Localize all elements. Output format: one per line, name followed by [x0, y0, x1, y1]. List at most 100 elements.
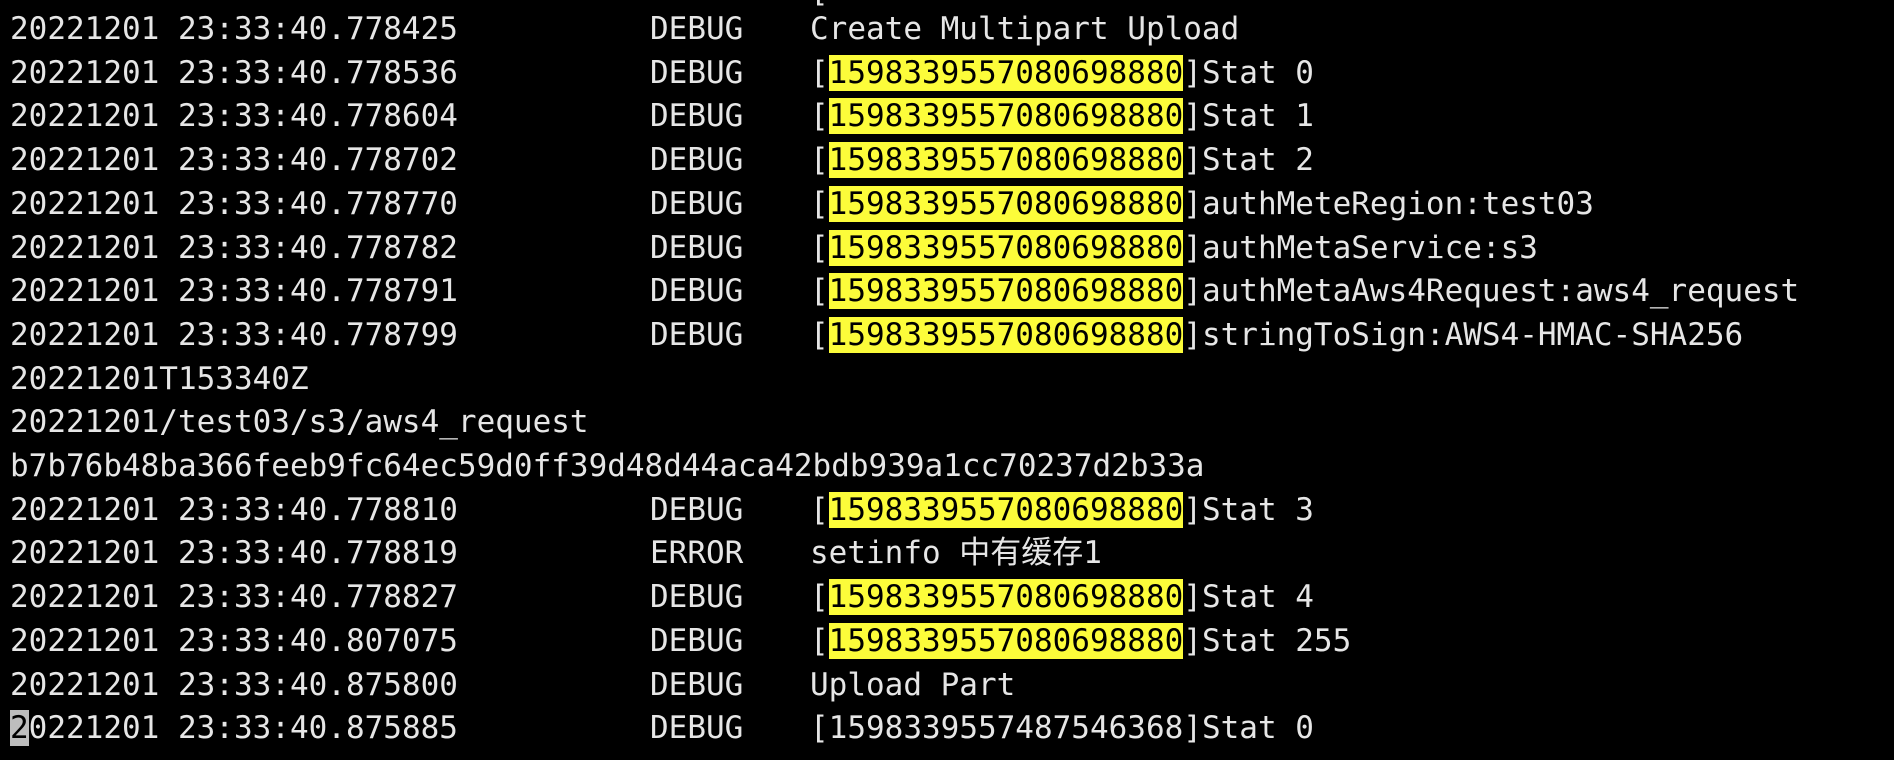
- log-line: 20221201 23:33:40.875800 DEBUG Upload Part: [0, 663, 1894, 707]
- log-timestamp: 20221201 23:33:40.875885: [10, 706, 458, 750]
- log-level: DEBUG: [650, 11, 744, 47]
- log-line: 20221201 23:33:40.778799 DEBUG [1598339557…: [0, 313, 1894, 357]
- log-message: [1598339557080698880]Stat 255: [810, 619, 1351, 663]
- log-message-text: Stat 2: [1201, 142, 1314, 179]
- log-line: 20221201 23:33:40.778770 DEBUG [1598339557…: [0, 182, 1894, 226]
- log-timestamp: 20221201 23:33:40.778827: [10, 579, 458, 616]
- close-bracket: ]: [1183, 185, 1202, 222]
- request-id-highlight: 1598339557080698880: [828, 54, 1184, 91]
- log-level: DEBUG: [650, 622, 744, 659]
- close-bracket: ]: [1183, 491, 1202, 528]
- log-level: ERROR: [650, 535, 744, 572]
- log-message: [1598339557080698880]Stat 1: [810, 94, 1314, 138]
- log-message-text: Stat 0: [1201, 710, 1314, 747]
- terminal-window[interactable]: [ 20221201 23:33:40.778425 DEBUG Create Mu…: [0, 0, 1894, 760]
- log-line: 20221201 23:33:40.875885 DEBUG [1598339557…: [0, 706, 1894, 750]
- log-message: [1598339557487546368]Stat 0: [810, 706, 1314, 750]
- log-timestamp: 20221201 23:33:40.778819: [10, 535, 458, 572]
- open-bracket: [: [810, 622, 829, 659]
- request-id-highlight: 1598339557080698880: [828, 491, 1184, 528]
- close-bracket: ]: [1183, 54, 1202, 91]
- log-level: DEBUG: [650, 142, 744, 179]
- open-bracket: [: [810, 491, 829, 528]
- log-timestamp: 20221201 23:33:40.778799: [10, 316, 458, 353]
- close-bracket: ]: [1183, 622, 1202, 659]
- log-timestamp-rest: 0221201 23:33:40.875885: [28, 710, 458, 747]
- request-id-highlight: 1598339557080698880: [828, 316, 1184, 353]
- log-line: 20221201 23:33:40.778810 DEBUG [1598339557…: [0, 488, 1894, 532]
- log-line: 20221201 23:33:40.778819 ERROR setinfo 中有缓…: [0, 531, 1894, 575]
- close-bracket: ]: [1183, 579, 1202, 616]
- log-message: [1598339557080698880]Stat 0: [810, 51, 1314, 95]
- open-bracket: [: [810, 273, 829, 310]
- log-level: DEBUG: [650, 273, 744, 310]
- request-id-highlight: 1598339557080698880: [828, 579, 1184, 616]
- log-message-text: Stat 255: [1201, 622, 1352, 659]
- log-timestamp: 20221201 23:33:40.778536: [10, 54, 458, 91]
- open-bracket: [: [810, 579, 829, 616]
- close-bracket: ]: [1183, 273, 1202, 310]
- log-message: [1598339557080698880]authMeteRegion:test…: [810, 182, 1594, 226]
- log-message-text: authMeteRegion:test03: [1201, 185, 1594, 222]
- request-id-highlight: 1598339557080698880: [828, 98, 1184, 135]
- log-message: [1598339557080698880]Stat 4: [810, 575, 1314, 619]
- close-bracket: ]: [1183, 710, 1202, 747]
- log-level: DEBUG: [650, 710, 744, 747]
- close-bracket: ]: [1183, 316, 1202, 353]
- log-message: [1598339557080698880]authMetaService:s3: [810, 226, 1538, 270]
- log-message: Create Multipart Upload: [810, 11, 1240, 47]
- request-id-highlight: 1598339557080698880: [828, 273, 1184, 310]
- open-bracket: [: [810, 98, 829, 135]
- log-message: [1598339557080698880]stringToSign:AWS4-H…: [810, 313, 1743, 357]
- log-level: DEBUG: [650, 491, 744, 528]
- log-line: b7b76b48ba366feeb9fc64ec59d0ff39d48d44ac…: [0, 444, 1894, 488]
- log-line: 20221201 23:33:40.778702 DEBUG [1598339557…: [0, 138, 1894, 182]
- request-id-highlight: 1598339557080698880: [828, 142, 1184, 179]
- log-message-text: authMetaAws4Request:aws4_request: [1201, 273, 1800, 310]
- close-bracket: ]: [1183, 98, 1202, 135]
- close-bracket: ]: [1183, 229, 1202, 266]
- log-level: DEBUG: [650, 185, 744, 222]
- request-id: 1598339557487546368: [828, 710, 1184, 747]
- log-line: 20221201 23:33:40.778425 DEBUG Create Mult…: [0, 7, 1894, 51]
- log-timestamp: 20221201 23:33:40.807075: [10, 622, 458, 659]
- open-bracket: [: [810, 710, 829, 747]
- log-message: [1598339557080698880]Stat 2: [810, 138, 1314, 182]
- open-bracket: [: [810, 54, 829, 91]
- log-timestamp: 20221201 23:33:40.778791: [10, 273, 458, 310]
- log-continuation: b7b76b48ba366feeb9fc64ec59d0ff39d48d44ac…: [10, 448, 1205, 484]
- log-level: DEBUG: [650, 316, 744, 353]
- log-line: 20221201T153340Z: [0, 357, 1894, 401]
- log-level: DEBUG: [650, 98, 744, 135]
- log-line: 20221201/test03/s3/aws4_request: [0, 400, 1894, 444]
- log-message-text: authMetaService:s3: [1201, 229, 1538, 266]
- log-line: 20221201 23:33:40.778536 DEBUG [1598339557…: [0, 51, 1894, 95]
- log-message-text: Stat 3: [1201, 491, 1314, 528]
- log-line: 20221201 23:33:40.778827 DEBUG [1598339557…: [0, 575, 1894, 619]
- terminal-cursor: 2: [10, 710, 29, 747]
- log-message-text: stringToSign:AWS4-HMAC-SHA256: [1201, 316, 1744, 353]
- log-level: DEBUG: [650, 666, 744, 703]
- open-bracket: [: [810, 229, 829, 266]
- log-line: 20221201 23:33:40.778791 DEBUG [1598339557…: [0, 269, 1894, 313]
- open-bracket: [: [810, 316, 829, 353]
- request-id-highlight: 1598339557080698880: [828, 185, 1184, 222]
- log-level: DEBUG: [650, 579, 744, 616]
- log-message: [1598339557080698880]Stat 3: [810, 488, 1314, 532]
- log-message-text: Stat 0: [1201, 54, 1314, 91]
- log-timestamp: 20221201 23:33:40.778604: [10, 98, 458, 135]
- log-line: 20221201 23:33:40.778782 DEBUG [1598339557…: [0, 226, 1894, 270]
- log-line: 20221201 23:33:40.778604 DEBUG [1598339557…: [0, 94, 1894, 138]
- request-id-highlight: 1598339557080698880: [828, 622, 1184, 659]
- open-bracket: [: [810, 185, 829, 222]
- request-id-highlight: 1598339557080698880: [828, 229, 1184, 266]
- log-message-text: Stat 1: [1201, 98, 1314, 135]
- log-level: DEBUG: [650, 54, 744, 91]
- open-bracket: [: [810, 142, 829, 179]
- log-timestamp: 20221201 23:33:40.778702: [10, 142, 458, 179]
- log-timestamp: 20221201 23:33:40.778425: [10, 11, 458, 47]
- close-bracket: ]: [1183, 142, 1202, 179]
- log-message: setinfo 中有缓存1: [810, 535, 1102, 572]
- log-level: DEBUG: [650, 229, 744, 266]
- log-continuation: 20221201T153340Z: [10, 360, 309, 397]
